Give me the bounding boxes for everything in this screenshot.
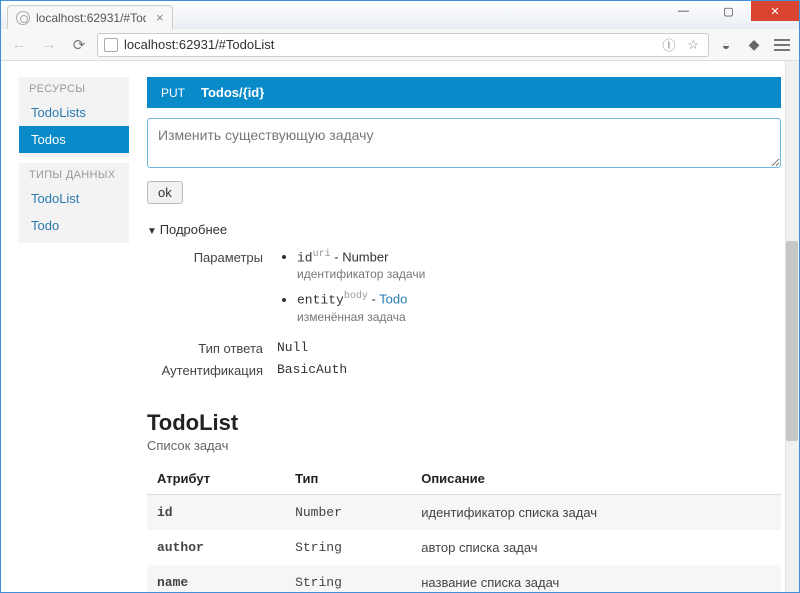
reload-button[interactable]: ⟳ [67,33,91,57]
sidebar-item-label: Todos [19,126,129,153]
scroll-thumb[interactable] [786,241,798,441]
auth-value: BasicAuth [277,362,781,377]
endpoint-path: Todos/{id} [201,85,264,100]
response-type-label: Тип ответа [147,340,277,356]
bookmark-icon[interactable]: ☆ [684,37,702,53]
col-desc: Описание [411,463,781,495]
details-section: Подробнее Параметры iduri - Number идент… [147,222,781,378]
back-button[interactable]: ← [7,33,31,57]
sidebar-section-types: ТИПЫ ДАННЫХ [19,163,129,185]
table-row: author String автор списка задач [147,530,781,565]
attr-name: id [147,494,285,530]
http-verb: PUT [161,86,185,100]
param-desc: изменённая задача [297,310,781,324]
attr-type: String [285,530,411,565]
auth-label: Аутентификация [147,362,277,378]
close-icon[interactable]: × [156,10,164,25]
browser-toolbar: ← → ⟳ Ⓘ ☆ ◒ ◆ [1,29,799,61]
window-controls: — ▢ ✕ [661,1,799,21]
details-label: Подробнее [160,222,227,237]
description-input[interactable] [147,118,781,168]
maximize-button[interactable]: ▢ [706,1,751,21]
browser-window: localhost:62931/#TodoLis × — ▢ ✕ ← → ⟳ Ⓘ… [0,0,800,593]
main-content: PUT Todos/{id} ok Подробнее Параметры [147,77,781,592]
scrollbar[interactable] [785,61,799,592]
attr-name: author [147,530,285,565]
evernote-icon[interactable]: ◆ [743,34,765,56]
param-location: uri [313,249,331,260]
col-attr: Атрибут [147,463,285,495]
param-type: Number [342,249,388,264]
globe-icon [16,11,30,25]
page-viewport: РЕСУРСЫ TodoLists Todos ТИПЫ ДАННЫХ Todo… [1,61,799,592]
params-label: Параметры [147,249,277,265]
sidebar-item-label: TodoList [19,185,129,212]
attr-desc: название списка задач [411,565,781,592]
sidebar: РЕСУРСЫ TodoLists Todos ТИПЫ ДАННЫХ Todo… [19,77,129,592]
sidebar-section-resources: РЕСУРСЫ [19,77,129,99]
details-toggle[interactable]: Подробнее [147,222,781,237]
endpoint-header: PUT Todos/{id} [147,77,781,108]
attr-name: name [147,565,285,592]
attr-desc: автор списка задач [411,530,781,565]
minimize-button[interactable]: — [661,1,706,21]
sidebar-item-todos[interactable]: Todos [19,126,129,153]
url-input[interactable] [124,37,653,52]
table-row: name String название списка задач [147,565,781,592]
type-section-todolist: TodoList Список задач Атрибут Тип Описан… [147,410,781,592]
col-type: Тип [285,463,411,495]
page-icon [104,38,118,52]
table-row: id Number идентификатор списка задач [147,494,781,530]
response-type-value: Null [277,340,781,355]
menu-icon[interactable] [771,34,793,56]
sidebar-item-todolists[interactable]: TodoLists [19,99,129,126]
param-desc: идентификатор задачи [297,267,781,281]
pocket-icon[interactable]: ◒ [715,34,737,56]
attributes-table: Атрибут Тип Описание id Number идентифик… [147,463,781,592]
browser-tab[interactable]: localhost:62931/#TodoLis × [7,5,173,29]
param-item: iduri - Number идентификатор задачи [297,249,781,281]
sidebar-item-todo-type[interactable]: Todo [19,212,129,239]
param-type-link[interactable]: Todo [379,292,407,307]
attr-type: String [285,565,411,592]
sidebar-item-label: TodoLists [19,99,129,126]
sidebar-item-todolist-type[interactable]: TodoList [19,185,129,212]
dash: - [331,249,343,264]
tab-title: localhost:62931/#TodoLis [36,11,146,25]
forward-button[interactable]: → [37,33,61,57]
dash: - [368,292,379,307]
sidebar-item-label: Todo [19,212,129,239]
address-bar[interactable]: Ⓘ ☆ [97,33,709,57]
text-cursor-icon[interactable]: Ⓘ [659,35,678,54]
param-name: entity [297,293,344,308]
param-location: body [344,291,368,302]
browser-titlebar: localhost:62931/#TodoLis × — ▢ ✕ [1,1,799,29]
type-subtitle: Список задач [147,438,781,453]
type-title: TodoList [147,410,781,436]
attr-desc: идентификатор списка задач [411,494,781,530]
close-button[interactable]: ✕ [751,1,799,21]
param-item: entitybody - Todo изменённая задача [297,291,781,323]
param-name: id [297,250,313,265]
attr-type: Number [285,494,411,530]
ok-button[interactable]: ok [147,181,183,204]
